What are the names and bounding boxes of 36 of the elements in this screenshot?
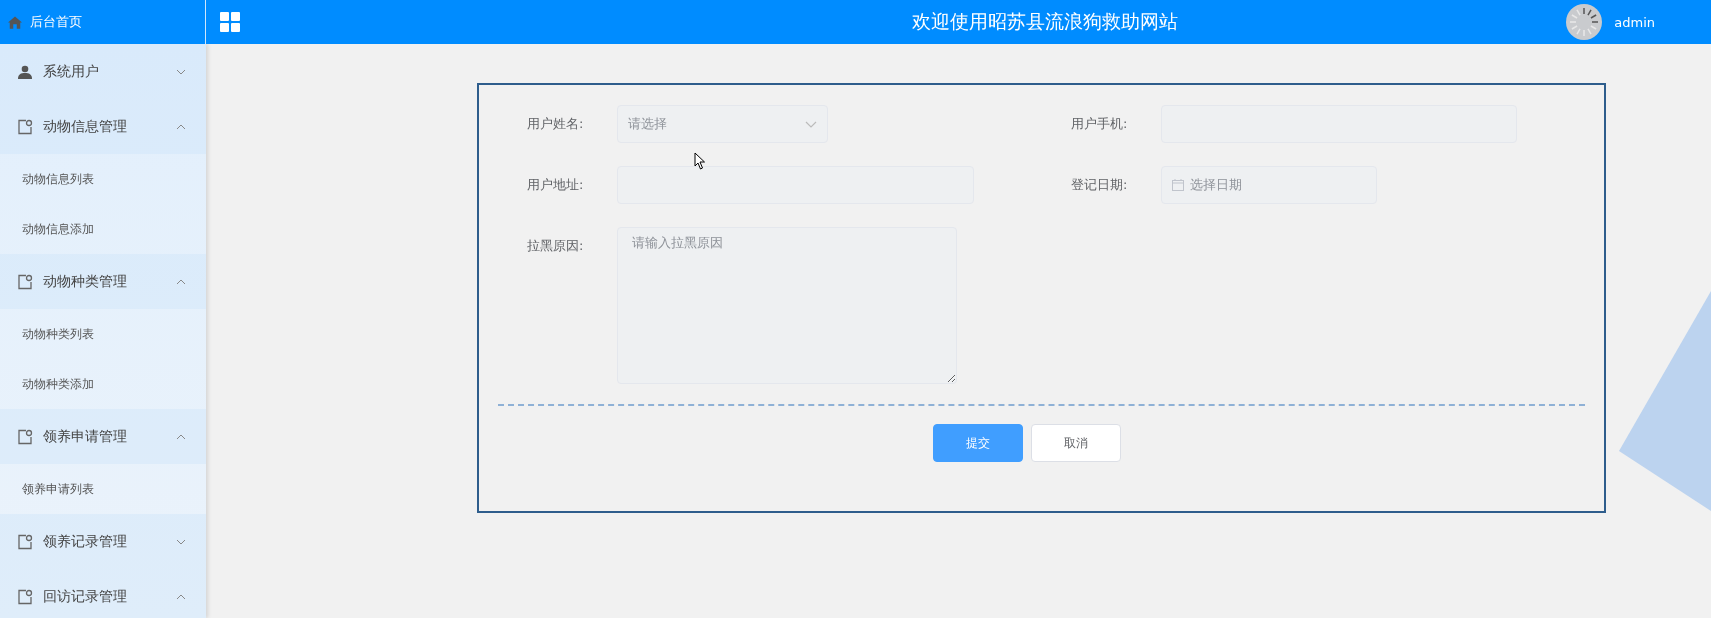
loading-spinner-icon — [1566, 4, 1603, 40]
field-label: 拉黑原因: — [527, 237, 585, 255]
grid-menu-icon[interactable] — [220, 12, 240, 32]
document-icon — [17, 273, 33, 290]
user-icon — [17, 64, 33, 79]
chevron-up-icon — [176, 433, 186, 440]
menu-subitem[interactable]: 动物种类添加 — [0, 359, 206, 409]
menu-group-item[interactable]: 动物信息管理 — [0, 99, 206, 154]
menu-group-item[interactable]: 系统用户 — [0, 44, 206, 99]
calendar-icon — [1172, 179, 1184, 191]
field-label: 用户手机: — [1071, 115, 1129, 133]
menu-group-item[interactable]: 回访记录管理 — [0, 569, 206, 618]
document-icon — [17, 118, 33, 135]
cancel-button[interactable]: 取消 — [1030, 424, 1121, 462]
chevron-down-icon — [805, 120, 817, 128]
menu-subitem[interactable]: 动物信息列表 — [0, 154, 206, 204]
chevron-up-icon — [176, 123, 186, 130]
field-label: 用户地址: — [527, 176, 585, 194]
document-icon — [17, 428, 33, 445]
field-label: 用户姓名: — [527, 115, 585, 133]
home-icon — [8, 15, 22, 29]
document-icon — [17, 533, 33, 550]
chevron-up-icon — [176, 278, 186, 285]
mouse-cursor-icon — [694, 152, 706, 170]
menu-group-item[interactable]: 领养记录管理 — [0, 514, 206, 569]
menu-group-item[interactable]: 动物种类管理 — [0, 254, 206, 309]
menu-subitem[interactable]: 动物种类列表 — [0, 309, 206, 359]
field-label: 登记日期: — [1071, 176, 1129, 194]
menu-group-item[interactable]: 领养申请管理 — [0, 409, 206, 464]
chevron-down-icon — [176, 538, 186, 545]
menu-subitem[interactable]: 动物信息添加 — [0, 204, 206, 254]
chevron-down-icon — [176, 68, 186, 75]
site-title: 欢迎使用昭苏县流浪狗救助网站 — [911, 9, 1180, 34]
document-icon — [17, 588, 33, 605]
menu-subitem[interactable]: 领养申请列表 — [0, 464, 206, 514]
chevron-up-icon — [176, 593, 186, 600]
